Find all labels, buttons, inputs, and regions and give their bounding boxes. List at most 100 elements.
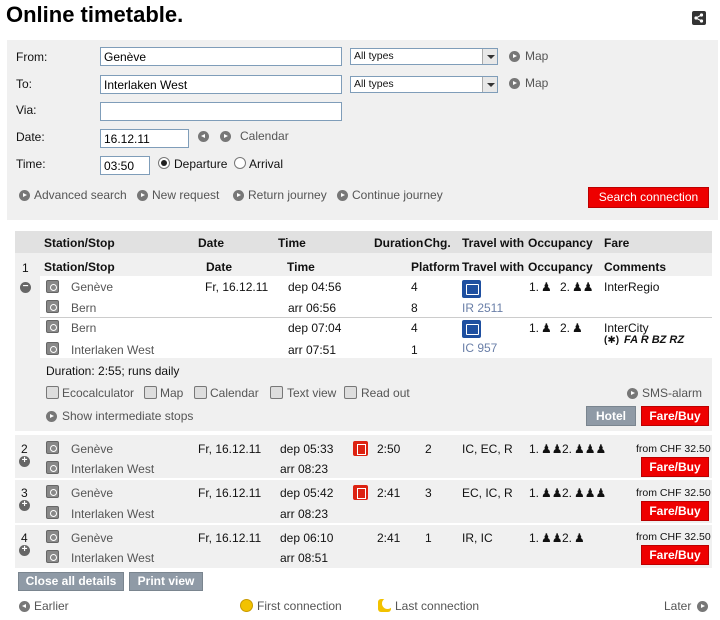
- station-icon[interactable]: [46, 485, 59, 498]
- later-link[interactable]: Later: [664, 599, 691, 613]
- sub-header-station: Station/Stop: [44, 260, 115, 274]
- leg-1-from-station[interactable]: Genève: [71, 280, 113, 294]
- leg-1-date: Fr, 16.12.11: [205, 280, 269, 294]
- search-connection-button[interactable]: Search connection: [588, 187, 709, 208]
- header-duration: Duration: [374, 236, 424, 250]
- to-type-select[interactable]: All types: [350, 76, 498, 93]
- fare-buy-button[interactable]: Fare/Buy: [641, 501, 709, 521]
- row-from-station[interactable]: Genève: [71, 486, 113, 500]
- leg-1-dep: dep 04:56: [288, 280, 342, 294]
- row-occ2: 2.: [562, 442, 573, 456]
- text-view-link[interactable]: Text view: [287, 386, 336, 400]
- occupancy-medium-icon: ♟♟: [572, 280, 594, 294]
- collapse-icon[interactable]: −: [20, 282, 31, 293]
- calendar-link[interactable]: Calendar: [210, 386, 259, 400]
- row-duration: 2:41: [377, 486, 401, 500]
- row-from-station[interactable]: Genève: [71, 531, 113, 545]
- row-date: Fr, 16.12.11: [198, 531, 262, 545]
- via-label: Via:: [16, 103, 37, 117]
- header-time: Time: [278, 236, 306, 250]
- leaf-icon: [46, 386, 59, 399]
- close-all-details-button[interactable]: Close all details: [18, 572, 124, 591]
- chevron-down-icon: [482, 77, 497, 92]
- leg-1-arr: arr 06:56: [288, 301, 337, 315]
- to-input[interactable]: Interlaken West: [100, 75, 342, 94]
- warning-icon[interactable]: [353, 441, 368, 456]
- leg-2-arr: arr 07:51: [288, 343, 337, 357]
- station-icon[interactable]: [46, 550, 59, 563]
- station-icon[interactable]: [46, 441, 59, 454]
- map-arrow-icon[interactable]: [509, 78, 520, 89]
- date-input[interactable]: 16.12.11: [100, 129, 189, 148]
- new-request-link[interactable]: New request: [152, 188, 219, 202]
- map-icon: [144, 386, 157, 399]
- continue-journey-link[interactable]: Continue journey: [352, 188, 443, 202]
- train-icon[interactable]: [462, 320, 481, 338]
- via-input[interactable]: [100, 102, 342, 121]
- leg-divider: [40, 317, 712, 318]
- leg-1-occ2: 2.: [560, 280, 571, 294]
- warning-icon[interactable]: [353, 485, 368, 500]
- later-arrow-icon[interactable]: [697, 601, 708, 612]
- row-to-station[interactable]: Interlaken West: [71, 462, 154, 476]
- last-connection-link[interactable]: Last connection: [395, 599, 479, 613]
- departure-radio[interactable]: [158, 157, 170, 169]
- station-icon[interactable]: [46, 320, 59, 333]
- expand-icon[interactable]: +: [19, 500, 30, 511]
- leg-2-occ2: 2.: [560, 321, 571, 335]
- row-fare: from CHF 32.50: [636, 531, 711, 543]
- row-from-station[interactable]: Genève: [71, 442, 113, 456]
- station-icon[interactable]: [46, 506, 59, 519]
- sms-alarm-link[interactable]: SMS-alarm: [642, 386, 702, 400]
- ecocalculator-link[interactable]: Ecocalculator: [62, 386, 134, 400]
- station-icon[interactable]: [46, 342, 59, 355]
- expand-icon[interactable]: +: [19, 456, 30, 467]
- fare-buy-button[interactable]: Fare/Buy: [641, 457, 709, 477]
- occupancy-low-icon: ♟: [574, 531, 585, 545]
- fare-buy-button[interactable]: Fare/Buy: [641, 406, 709, 426]
- to-map-link[interactable]: Map: [525, 76, 548, 90]
- time-label: Time:: [16, 157, 46, 171]
- train-icon[interactable]: [462, 280, 481, 298]
- first-connection-link[interactable]: First connection: [257, 599, 342, 613]
- print-view-button[interactable]: Print view: [129, 572, 203, 591]
- leg-2-to-station[interactable]: Interlaken West: [71, 343, 154, 357]
- occupancy-medium-icon: ♟♟: [541, 531, 563, 545]
- calendar-link[interactable]: Calendar: [240, 129, 289, 143]
- station-icon[interactable]: [46, 300, 59, 313]
- leg-2-train-link[interactable]: IC 957: [462, 341, 497, 355]
- time-input[interactable]: 03:50: [100, 156, 150, 175]
- read-out-link[interactable]: Read out: [361, 386, 410, 400]
- connection-number: 4: [21, 531, 28, 545]
- station-icon[interactable]: [46, 530, 59, 543]
- date-label: Date:: [16, 130, 45, 144]
- leg-1-to-station[interactable]: Bern: [71, 301, 96, 315]
- row-to-station[interactable]: Interlaken West: [71, 551, 154, 565]
- expand-icon[interactable]: +: [19, 545, 30, 556]
- next-day-icon[interactable]: [220, 131, 231, 142]
- share-icon[interactable]: [692, 11, 706, 25]
- hotel-button[interactable]: Hotel: [586, 406, 636, 426]
- show-intermediate-stops-link[interactable]: Show intermediate stops: [62, 409, 193, 423]
- chevron-down-icon: [482, 49, 497, 64]
- previous-day-icon[interactable]: [198, 131, 209, 142]
- row-occ1: 1.: [529, 486, 540, 500]
- map-arrow-icon[interactable]: [509, 51, 520, 62]
- earlier-link[interactable]: Earlier: [34, 599, 69, 613]
- row-fare: from CHF 32.50: [636, 487, 711, 499]
- leg-1-train-link[interactable]: IR 2511: [462, 301, 503, 315]
- from-input[interactable]: Genève: [100, 47, 342, 66]
- from-map-link[interactable]: Map: [525, 49, 548, 63]
- leg-2-from-station[interactable]: Bern: [71, 321, 96, 335]
- fare-buy-button[interactable]: Fare/Buy: [641, 545, 709, 565]
- row-to-station[interactable]: Interlaken West: [71, 507, 154, 521]
- map-link[interactable]: Map: [160, 386, 183, 400]
- return-journey-link[interactable]: Return journey: [248, 188, 327, 202]
- occupancy-low-icon: ♟: [541, 321, 552, 335]
- from-type-select[interactable]: All types: [350, 48, 498, 65]
- arrival-radio[interactable]: [234, 157, 246, 169]
- station-icon[interactable]: [46, 280, 59, 293]
- advanced-search-link[interactable]: Advanced search: [34, 188, 127, 202]
- station-icon[interactable]: [46, 461, 59, 474]
- earlier-arrow-icon[interactable]: [19, 601, 30, 612]
